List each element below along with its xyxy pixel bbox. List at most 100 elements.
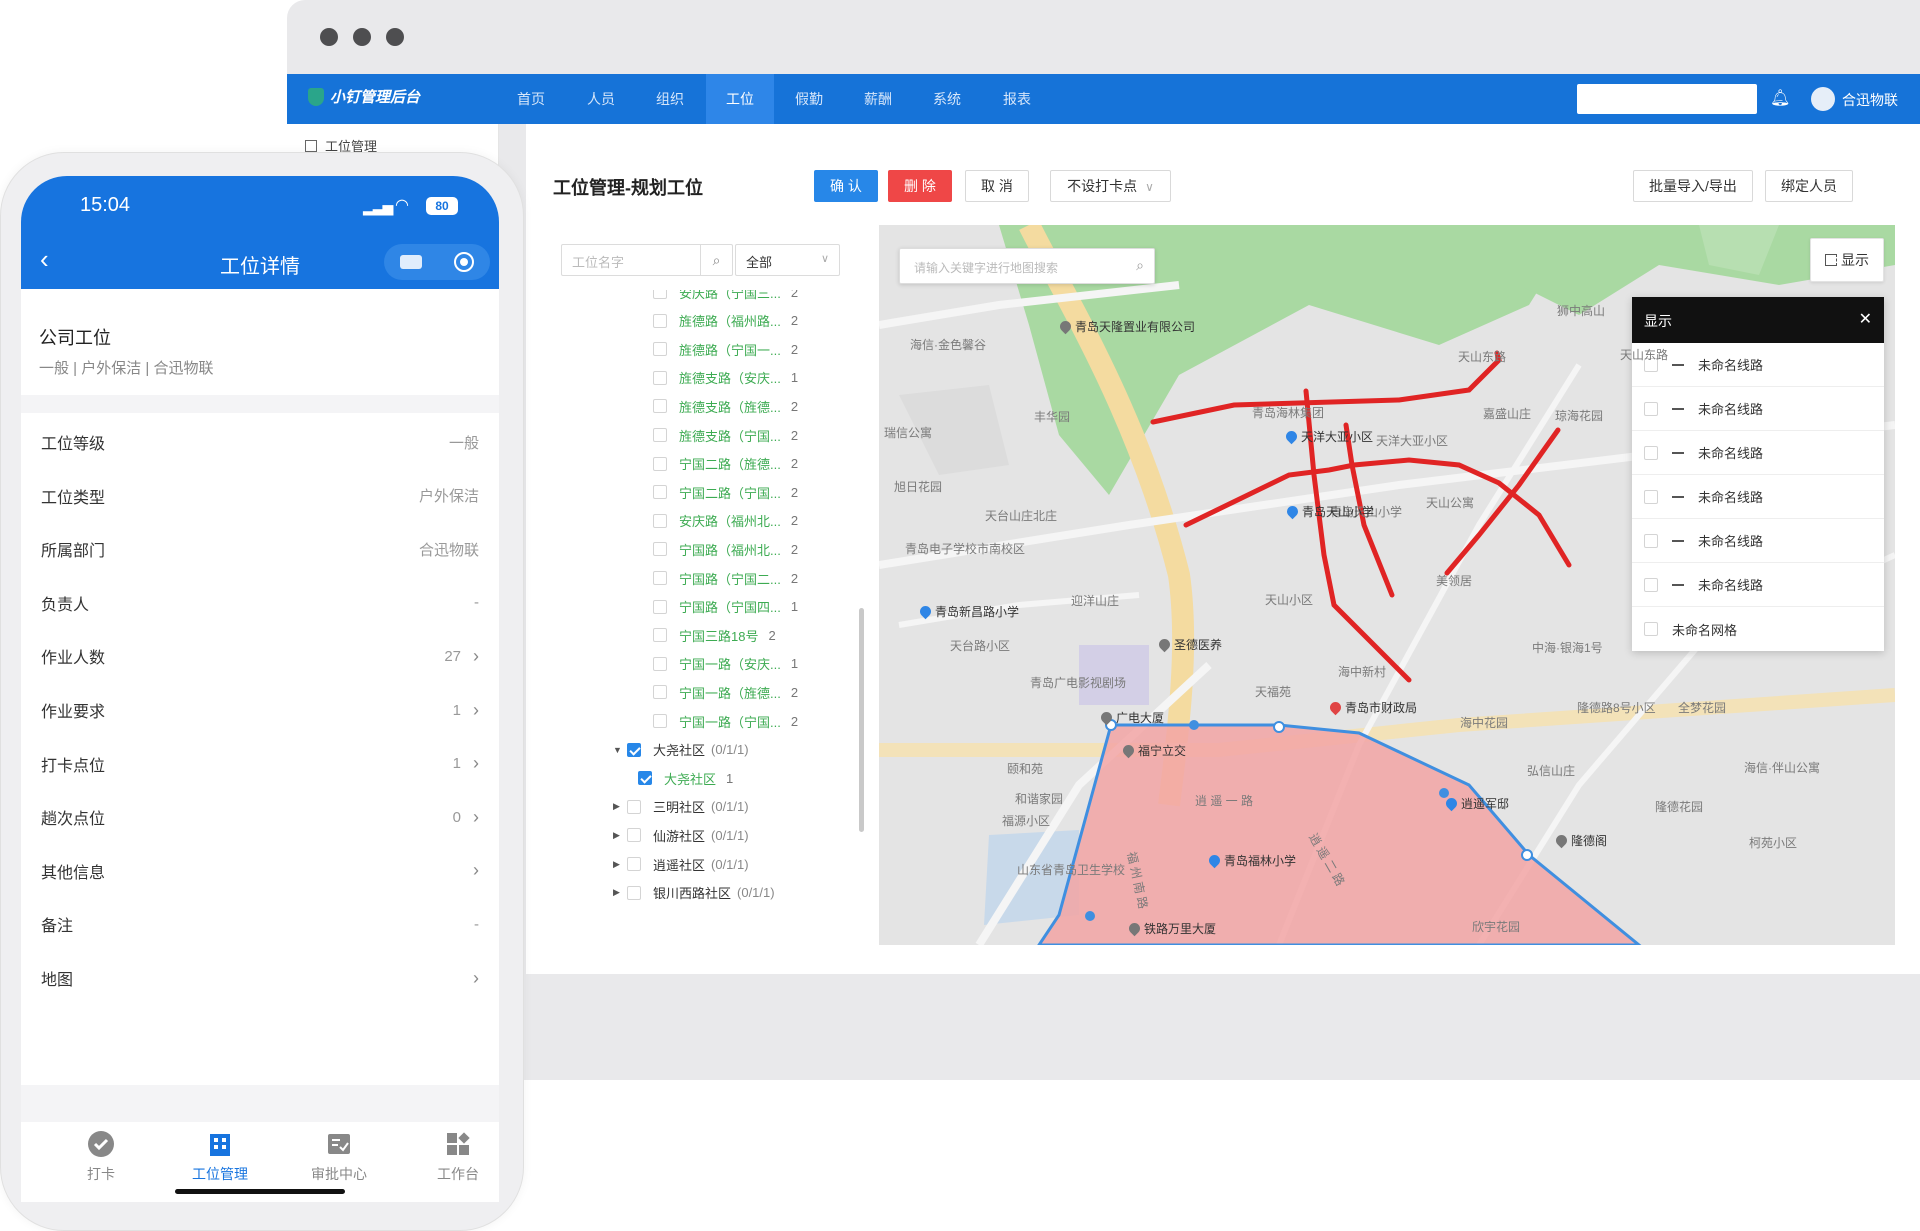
- tree-leaf-item[interactable]: 宁国路（宁国四... 1: [653, 595, 798, 619]
- map-poi-marker[interactable]: 圣德医养: [1156, 636, 1222, 653]
- window-zoom-dot[interactable]: [386, 28, 404, 46]
- chevron-right-icon[interactable]: ›: [473, 860, 479, 881]
- detail-row[interactable]: 作业要求 1 ›: [41, 683, 479, 737]
- tree-search-input[interactable]: 工位名字 ⌕: [561, 244, 733, 276]
- checkbox[interactable]: [653, 290, 667, 299]
- map-poi-marker[interactable]: 青岛福林小学: [1206, 852, 1296, 869]
- checkbox[interactable]: [653, 628, 667, 643]
- checkbox[interactable]: [1644, 489, 1658, 504]
- map-poi-marker[interactable]: 广电大厦: [1098, 709, 1164, 726]
- map-poi-marker[interactable]: 逍遥军邸: [1443, 795, 1509, 812]
- layer-row[interactable]: 未命名线路: [1632, 343, 1884, 387]
- checkbox[interactable]: [1644, 401, 1658, 416]
- delete-button[interactable]: 删 除: [888, 170, 952, 202]
- checkbox[interactable]: [653, 656, 667, 671]
- avatar[interactable]: [1811, 87, 1835, 111]
- checkbox[interactable]: [653, 342, 667, 357]
- tree-leaf-item[interactable]: 宁国二路（旌德... 2: [653, 452, 798, 476]
- checkbox[interactable]: [638, 771, 652, 786]
- map-poi-marker[interactable]: 青岛新昌路小学: [917, 603, 1019, 620]
- map-poi-marker[interactable]: 福宁立交: [1120, 742, 1186, 759]
- checkbox[interactable]: [1644, 445, 1658, 460]
- checkbox[interactable]: [653, 313, 667, 328]
- tree-group-item[interactable]: ▶ 银川西路社区 (0/1/1): [613, 881, 775, 905]
- window-close-dot[interactable]: [320, 28, 338, 46]
- checkin-point-select[interactable]: 不设打卡点 ∨: [1050, 170, 1171, 202]
- detail-row[interactable]: 其他信息 ›: [41, 844, 479, 898]
- tab-approval[interactable]: 审批中心: [279, 1130, 399, 1184]
- nav-item-home[interactable]: 首页: [497, 74, 565, 124]
- checkbox[interactable]: [653, 456, 667, 471]
- record-icon[interactable]: [454, 252, 474, 272]
- checkbox[interactable]: [653, 370, 667, 385]
- batch-import-export-button[interactable]: 批量导入/导出: [1633, 170, 1753, 202]
- tab-check-circle[interactable]: 打卡: [41, 1130, 161, 1184]
- tree-group-item[interactable]: ▼ 大尧社区 (0/1/1): [613, 738, 749, 762]
- tree-leaf-item[interactable]: 宁国路（福州北... 2: [653, 537, 798, 561]
- tree-leaf-item[interactable]: 宁国一路（安庆... 1: [653, 652, 798, 676]
- checkbox[interactable]: [653, 714, 667, 728]
- chevron-right-icon[interactable]: ›: [473, 807, 479, 828]
- checkbox[interactable]: [1644, 533, 1658, 548]
- nav-item-report[interactable]: 报表: [983, 74, 1051, 124]
- cancel-button[interactable]: 取 消: [965, 170, 1029, 202]
- detail-row[interactable]: 作业人数 27 ›: [41, 629, 479, 683]
- mini-program-capsule[interactable]: [384, 244, 490, 280]
- chevron-right-icon[interactable]: ›: [473, 646, 479, 667]
- layer-row[interactable]: 未命名线路: [1632, 431, 1884, 475]
- search-icon[interactable]: ⌕: [700, 245, 732, 275]
- nav-item-system[interactable]: 系统: [913, 74, 981, 124]
- search-icon[interactable]: ⌕: [1136, 257, 1144, 274]
- checkbox[interactable]: [1644, 577, 1658, 592]
- caret-right-icon[interactable]: ▶: [613, 801, 623, 812]
- caret-right-icon[interactable]: ▶: [613, 830, 623, 841]
- detail-row[interactable]: 打卡点位 1 ›: [41, 737, 479, 791]
- map-show-button[interactable]: 显示: [1810, 238, 1884, 282]
- map-poi-marker[interactable]: 青岛天山小学: [1284, 503, 1374, 520]
- tab-building[interactable]: 工位管理: [160, 1130, 280, 1184]
- checkbox[interactable]: [627, 885, 641, 900]
- checkbox[interactable]: [653, 428, 667, 442]
- nav-item-station[interactable]: 工位: [706, 74, 774, 124]
- tree-group-item[interactable]: ▶ 三明社区 (0/1/1): [613, 795, 749, 819]
- checkbox[interactable]: [627, 857, 641, 871]
- tree-group-item[interactable]: ▶ 逍遥社区 (0/1/1): [613, 852, 749, 876]
- chevron-right-icon[interactable]: ›: [473, 700, 479, 721]
- checkbox[interactable]: [653, 685, 667, 700]
- tree-leaf-item[interactable]: 大尧社区 1: [638, 766, 733, 790]
- tree-scrollbar[interactable]: [859, 608, 864, 832]
- map-poi-marker[interactable]: 天洋大亚小区: [1283, 428, 1373, 445]
- caret-down-icon[interactable]: ▼: [613, 745, 623, 755]
- checkbox[interactable]: [653, 513, 667, 528]
- caret-right-icon[interactable]: ▶: [613, 859, 623, 870]
- checkbox[interactable]: [653, 571, 667, 585]
- tree-leaf-item[interactable]: 宁国三路18号 2: [653, 623, 776, 647]
- tab-grid[interactable]: 工作台: [398, 1130, 518, 1184]
- checkbox[interactable]: [627, 742, 641, 757]
- checkbox[interactable]: [627, 799, 641, 814]
- checkbox[interactable]: [1644, 622, 1658, 636]
- tree-leaf-item[interactable]: 旌德支路（安庆... 1: [653, 366, 798, 390]
- nav-item-people[interactable]: 人员: [567, 74, 635, 124]
- map-poi-marker[interactable]: 铁路万里大厦: [1126, 920, 1216, 937]
- tree-leaf-item[interactable]: 旌德支路（旌德... 2: [653, 394, 798, 418]
- tree-leaf-item[interactable]: 安庆路（福州北... 2: [653, 509, 798, 533]
- chevron-right-icon[interactable]: ›: [473, 968, 479, 989]
- checkbox[interactable]: [653, 399, 667, 414]
- chevron-right-icon[interactable]: ›: [473, 753, 479, 774]
- checkbox[interactable]: [653, 599, 667, 614]
- tree-leaf-item[interactable]: 宁国一路（旌德... 2: [653, 680, 798, 704]
- checkbox[interactable]: [627, 828, 641, 843]
- caret-right-icon[interactable]: ▶: [613, 887, 623, 898]
- bell-icon[interactable]: 🔔︎: [1770, 88, 1790, 110]
- map-poi-marker[interactable]: 隆德阁: [1553, 832, 1607, 849]
- tree-leaf-item[interactable]: 旌德路（福州路... 2: [653, 309, 798, 333]
- layer-row[interactable]: 未命名线路: [1632, 519, 1884, 563]
- checkbox[interactable]: [653, 485, 667, 500]
- camera-icon[interactable]: [400, 255, 422, 269]
- window-minimize-dot[interactable]: [353, 28, 371, 46]
- app-logo[interactable]: 小钉管理后台: [308, 86, 420, 107]
- company-name[interactable]: 合迅物联: [1842, 90, 1898, 110]
- detail-row[interactable]: 地图 ›: [41, 951, 479, 1005]
- tree-leaf-item[interactable]: 宁国路（宁国二... 2: [653, 566, 798, 590]
